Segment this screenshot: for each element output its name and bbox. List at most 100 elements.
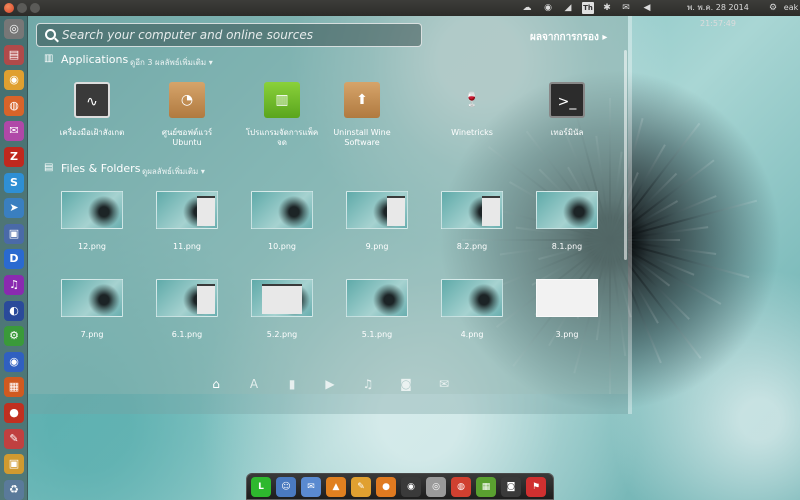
thumbnail-window bbox=[197, 284, 215, 314]
file-result-item[interactable]: 10.png bbox=[251, 191, 313, 251]
thumbnail-window bbox=[262, 284, 302, 314]
file-thumbnail bbox=[536, 191, 598, 229]
dash-scrollbar[interactable] bbox=[624, 50, 627, 260]
mail-indicator-icon[interactable]: ✉ bbox=[620, 0, 632, 16]
file-thumbnail bbox=[251, 279, 313, 317]
file-result-item[interactable]: 11.png bbox=[156, 191, 218, 251]
sketch-icon[interactable]: ✎ bbox=[4, 428, 24, 449]
image-viewer-glyph: ▣ bbox=[8, 457, 20, 471]
files-more-results[interactable]: ดูผลลัพธ์เพิ่มเติม ▾ bbox=[142, 165, 205, 178]
file-name: 9.png bbox=[365, 242, 389, 251]
spreadsheet-icon[interactable]: ▦ bbox=[476, 477, 496, 497]
line-icon[interactable]: L bbox=[251, 477, 271, 497]
clock[interactable]: พ. พ.ค. 28 2014 21:57:49 bbox=[672, 0, 764, 28]
music-lens-icon[interactable]: ♫ bbox=[360, 376, 376, 392]
file-result-item[interactable]: 5.2.png bbox=[251, 279, 313, 339]
applications-more-results[interactable]: ดูอีก 3 ผลลัพธ์เพิ่มเติม ▾ bbox=[130, 56, 213, 69]
trash-icon[interactable]: ♻ bbox=[4, 479, 24, 500]
file-name: 7.png bbox=[80, 330, 104, 339]
gear-icon[interactable]: ⚙ bbox=[766, 0, 780, 16]
thumbnail-window bbox=[482, 196, 500, 226]
dash-home-icon[interactable]: ◎ bbox=[4, 19, 24, 39]
file-result-item[interactable]: 9.png bbox=[346, 191, 408, 251]
files-lens-icon[interactable]: ▮ bbox=[284, 376, 300, 392]
update-indicator-icon[interactable]: ◉ bbox=[542, 0, 554, 16]
firefox-icon[interactable]: ◍ bbox=[4, 95, 24, 116]
file-result-item[interactable]: 8.1.png bbox=[536, 191, 598, 251]
telegram-icon[interactable]: ➤ bbox=[4, 198, 24, 219]
social-lens-icon[interactable]: ✉ bbox=[436, 376, 452, 392]
files-icon[interactable]: ▤ bbox=[4, 44, 24, 65]
chrome-icon[interactable]: ◉ bbox=[4, 70, 24, 91]
mail-icon[interactable]: ✉ bbox=[301, 477, 321, 497]
ball-icon[interactable]: ◉ bbox=[401, 477, 421, 497]
file-thumbnail bbox=[536, 279, 598, 317]
files-glyph: ▤ bbox=[8, 47, 20, 61]
skype-icon[interactable]: S bbox=[4, 172, 24, 193]
app-launcher-item[interactable]: 🍷 Winetricks bbox=[432, 82, 512, 138]
file-result-item[interactable]: 3.png bbox=[536, 279, 598, 339]
file-result-item[interactable]: 5.1.png bbox=[346, 279, 408, 339]
file-thumbnail bbox=[346, 279, 408, 317]
file-thumbnail bbox=[346, 191, 408, 229]
keyboard-layout-indicator[interactable]: Th bbox=[582, 2, 594, 14]
file-thumbnail bbox=[156, 191, 218, 229]
finder-icon[interactable]: ☺ bbox=[276, 477, 296, 497]
file-result-item[interactable]: 12.png bbox=[61, 191, 123, 251]
minimize-window-button[interactable] bbox=[17, 3, 27, 13]
winetricks-icon: 🍷 bbox=[463, 92, 481, 108]
file-result-item[interactable]: 6.1.png bbox=[156, 279, 218, 339]
browser-icon[interactable]: ● bbox=[376, 477, 396, 497]
network-indicator-icon[interactable]: ◢ bbox=[562, 0, 574, 16]
app-label: Winetricks bbox=[451, 128, 493, 137]
chrome-glyph: ◉ bbox=[9, 73, 19, 87]
launcher: ◎ ▤ ◉ ◍ ✉ Z S ➤ ▣ D ♫ ◐ ⚙ ◉ ▦ ● ✎ ▣ ♻ bbox=[0, 16, 28, 500]
vlc-icon[interactable]: ▲ bbox=[326, 477, 346, 497]
app-launcher-item[interactable]: ▥ โปรแกรมจัดการแพ็คจด bbox=[242, 82, 322, 148]
file-thumbnail bbox=[61, 191, 123, 229]
file-result-item[interactable]: 4.png bbox=[441, 279, 503, 339]
system-monitor-icon: ∿ bbox=[74, 82, 110, 118]
video-lens-icon[interactable]: ▶ bbox=[322, 376, 338, 392]
app-launcher-item[interactable]: >_ เทอร์มินัล bbox=[527, 82, 607, 138]
file-result-item[interactable]: 8.2.png bbox=[441, 191, 503, 251]
disk-utility-icon[interactable]: ◐ bbox=[4, 300, 24, 321]
update-glyph: ◉ bbox=[9, 354, 19, 368]
maximize-window-button[interactable] bbox=[30, 3, 40, 13]
cloud-indicator-icon[interactable]: ☁ bbox=[520, 0, 534, 16]
filezilla-glyph: Z bbox=[10, 150, 18, 163]
home-lens-icon[interactable]: ⌂ bbox=[208, 376, 224, 392]
thumbnail-window bbox=[197, 196, 215, 226]
user-name[interactable]: eak bbox=[782, 0, 800, 16]
software-icon[interactable]: ▦ bbox=[4, 377, 24, 398]
filezilla-icon[interactable]: Z bbox=[4, 147, 24, 167]
mail-icon[interactable]: ✉ bbox=[4, 121, 24, 142]
app-launcher-item[interactable]: ◔ ศูนย์ซอฟต์แวร์ Ubuntu bbox=[147, 82, 227, 148]
search-box[interactable] bbox=[36, 23, 422, 47]
bluetooth-indicator-icon[interactable]: ✱ bbox=[601, 0, 613, 16]
disk-icon[interactable]: ◎ bbox=[426, 477, 446, 497]
headphones-glyph: ♫ bbox=[9, 278, 19, 291]
update-icon[interactable]: ◉ bbox=[4, 351, 24, 372]
flag-icon[interactable]: ⚑ bbox=[526, 477, 546, 497]
applications-lens-icon[interactable]: A bbox=[246, 376, 262, 392]
photo-lens-icon[interactable]: ◙ bbox=[398, 376, 414, 392]
screenshot-icon[interactable]: ▣ bbox=[4, 223, 24, 244]
app-launcher-item[interactable]: ∿ เครื่องมือเฝ้าสังเกต bbox=[52, 82, 132, 138]
dropbox-icon[interactable]: D bbox=[4, 249, 24, 270]
record-icon[interactable]: ● bbox=[4, 403, 24, 423]
app-label: ศูนย์ซอฟต์แวร์ Ubuntu bbox=[161, 128, 213, 147]
headphones-icon[interactable]: ♫ bbox=[4, 275, 24, 295]
file-thumbnail bbox=[61, 279, 123, 317]
image-viewer-icon[interactable]: ▣ bbox=[4, 454, 24, 475]
chrome-icon[interactable]: ◍ bbox=[451, 477, 471, 497]
camera-icon[interactable]: ◙ bbox=[501, 477, 521, 497]
settings-icon[interactable]: ⚙ bbox=[4, 326, 24, 347]
file-result-item[interactable]: 7.png bbox=[61, 279, 123, 339]
volume-indicator-icon[interactable]: ◀ bbox=[640, 0, 654, 16]
pencil-icon[interactable]: ✎ bbox=[351, 477, 371, 497]
search-input[interactable] bbox=[62, 27, 412, 43]
app-launcher-item[interactable]: ⬆ Uninstall Wine Software bbox=[322, 82, 402, 148]
filter-results-button[interactable]: ผลจากการกรอง ▸ bbox=[530, 30, 607, 45]
close-window-button[interactable] bbox=[4, 3, 14, 13]
